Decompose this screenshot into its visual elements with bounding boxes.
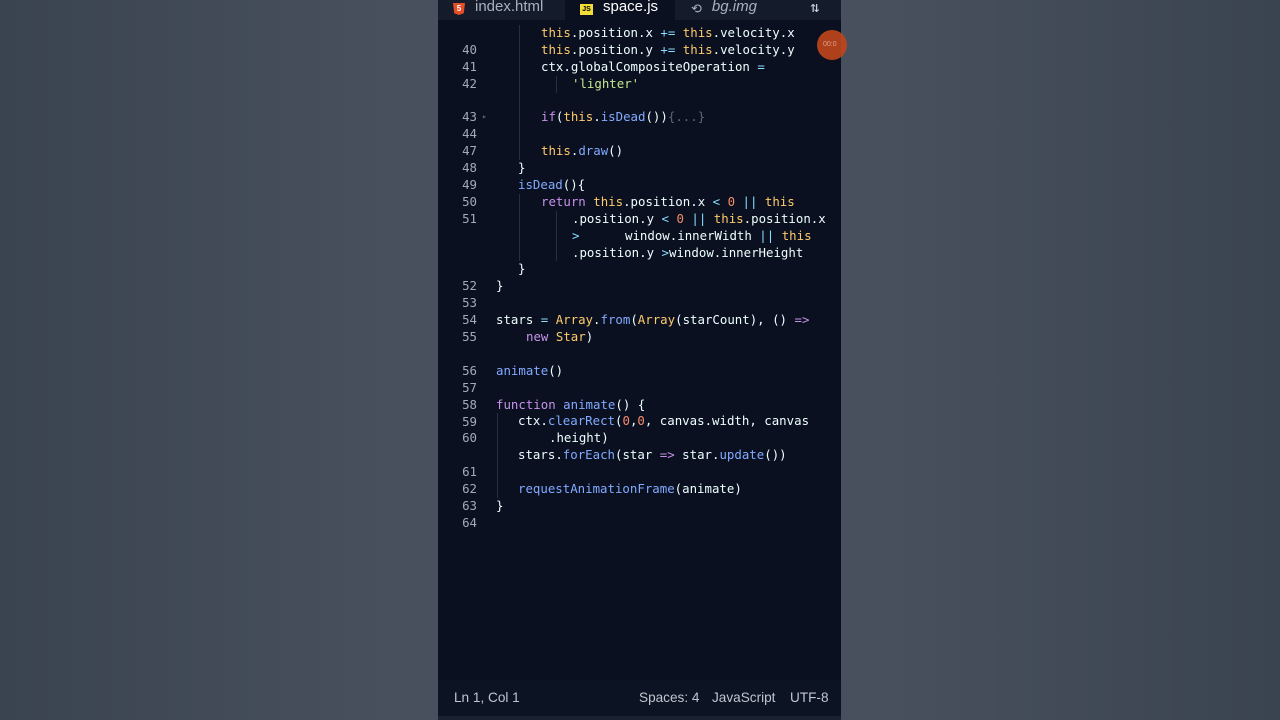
- sort-icon[interactable]: ⇅: [805, 0, 825, 20]
- code-line: 52 }: [438, 261, 841, 293]
- cursor-position[interactable]: Ln 1, Col 1: [454, 690, 520, 705]
- code-line-wrap: .height): [438, 430, 841, 448]
- code-text: return this.position.x < 0 || this: [541, 193, 795, 209]
- indent-guide: [497, 430, 498, 448]
- indent-guide: [519, 210, 520, 228]
- code-line: 43: [438, 92, 841, 124]
- code-text: new Star): [526, 329, 594, 345]
- tab-label: bg.img: [711, 0, 757, 15]
- language-mode[interactable]: JavaScript: [712, 690, 775, 705]
- code-text: >: [572, 227, 580, 243]
- code-line: 53 }: [438, 278, 841, 310]
- code-line-wrap: new Star): [438, 329, 841, 346]
- indent-guide: [497, 447, 498, 465]
- code-text: this.draw(): [541, 143, 624, 159]
- tab-label: index.html: [475, 0, 544, 15]
- code-line: 51 return this.position.x < 0 || this: [438, 193, 841, 226]
- tab-space-js[interactable]: JS space.js: [565, 0, 676, 20]
- tab-label: space.js: [603, 0, 659, 15]
- indent-guide: [497, 464, 498, 482]
- indent-guide: [519, 143, 520, 161]
- code-text: function animate() {: [496, 396, 646, 412]
- code-line-wrap: .position.y >window.innerHeight: [438, 244, 841, 262]
- code-text: }: [496, 278, 504, 294]
- image-file-icon: ⟲: [691, 1, 702, 16]
- indent-guide: [556, 75, 557, 93]
- code-text: .position.y >window.innerHeight: [572, 244, 804, 260]
- indent-guide: [519, 25, 520, 42]
- code-text: }: [518, 160, 526, 176]
- code-line: 60 ctx.clearRect(0,0, canvas.width, canv…: [438, 413, 841, 445]
- code-line: 41 this.position.y += this.velocity.y: [438, 41, 841, 74]
- indent-guide: [497, 413, 498, 431]
- status-bar-edge: [438, 716, 841, 720]
- code-line: 48 this.draw(): [438, 143, 841, 175]
- code-line: 40 this.position.x += this.velocity.x: [438, 25, 841, 57]
- code-line: 49 }: [438, 160, 841, 192]
- recording-badge: 00:0: [817, 30, 847, 60]
- code-line: 58: [438, 380, 841, 412]
- code-line-wrap: .position.y < 0 || this.position.x: [438, 210, 841, 228]
- indent-guide: [556, 227, 557, 245]
- indent-guide: [519, 41, 520, 59]
- fold-arrow-icon[interactable]: ▸: [482, 109, 487, 126]
- code-line: 64 }: [438, 497, 841, 530]
- code-text: requestAnimationFrame(animate): [518, 481, 742, 497]
- code-line: 59 function animate() {: [438, 396, 841, 429]
- indent-guide: [519, 75, 520, 93]
- indent-guide: [556, 210, 557, 228]
- code-line: 57 animate(): [438, 362, 841, 395]
- tab-bar: 5 index.html JS space.js ⟲ bg.img ⇅: [438, 0, 841, 20]
- tab-bg-img[interactable]: ⟲ bg.img: [691, 0, 757, 20]
- code-line: 63 requestAnimationFrame(animate): [438, 481, 841, 513]
- code-text: if(this.isDead()){...}: [541, 109, 706, 125]
- indent-guide: [519, 126, 520, 144]
- code-text: }: [496, 497, 504, 513]
- code-text: .position.y < 0 || this.position.x: [572, 210, 826, 226]
- code-text: window.innerWidth || this: [625, 227, 812, 243]
- code-line: 55 stars = Array.from(Array(starCount), …: [438, 312, 841, 344]
- code-line: 61 stars.forEach(star => star.update()): [438, 447, 841, 479]
- code-text: .height): [549, 430, 609, 446]
- indentation-setting[interactable]: Spaces: 4: [639, 690, 699, 705]
- indent-guide: [519, 92, 520, 110]
- indent-guide: [519, 244, 520, 262]
- code-line: 56: [438, 346, 841, 378]
- code-line-wrap: 'lighter': [438, 75, 841, 93]
- code-line: 50 isDead(){: [438, 177, 841, 209]
- indent-guide: [519, 193, 520, 211]
- code-editor: 5 index.html JS space.js ⟲ bg.img ⇅ 40 t…: [438, 0, 841, 720]
- indent-guide: [519, 227, 520, 245]
- code-line: 47: [438, 126, 841, 158]
- indent-guide: [497, 481, 498, 498]
- code-area[interactable]: 40 this.position.x += this.velocity.x 41…: [438, 25, 841, 530]
- code-line: 42 ctx.globalCompositeOperation =: [438, 58, 841, 91]
- code-text: ctx.globalCompositeOperation =: [541, 58, 765, 74]
- file-encoding[interactable]: UTF-8: [790, 690, 829, 705]
- code-line-wrap: > window.innerWidth || this: [438, 227, 841, 245]
- line-number: 64: [462, 514, 477, 530]
- code-line: 44 ▸ if(this.isDead()){...}: [438, 109, 841, 141]
- code-text: stars = Array.from(Array(starCount), () …: [496, 312, 810, 328]
- status-bar: Ln 1, Col 1 Spaces: 4 JavaScript UTF-8: [438, 680, 841, 716]
- indent-guide: [556, 244, 557, 262]
- html5-icon: 5: [453, 3, 465, 15]
- code-line: 54: [438, 295, 841, 327]
- indent-guide: [519, 58, 520, 76]
- code-text: this.position.x += this.velocity.x: [541, 25, 795, 40]
- code-text: this.position.y += this.velocity.y: [541, 41, 795, 57]
- code-line: 62: [438, 464, 841, 496]
- code-text: stars.forEach(star => star.update()): [518, 447, 787, 463]
- javascript-icon: JS: [580, 4, 593, 15]
- code-text: animate(): [496, 362, 564, 378]
- code-text: ctx.clearRect(0,0, canvas.width, canvas: [518, 413, 810, 429]
- indent-guide: [519, 109, 520, 127]
- code-text: }: [518, 261, 526, 277]
- code-text: 'lighter': [572, 75, 640, 91]
- code-text: isDead(){: [518, 177, 586, 193]
- tab-index-html[interactable]: 5 index.html: [453, 0, 543, 20]
